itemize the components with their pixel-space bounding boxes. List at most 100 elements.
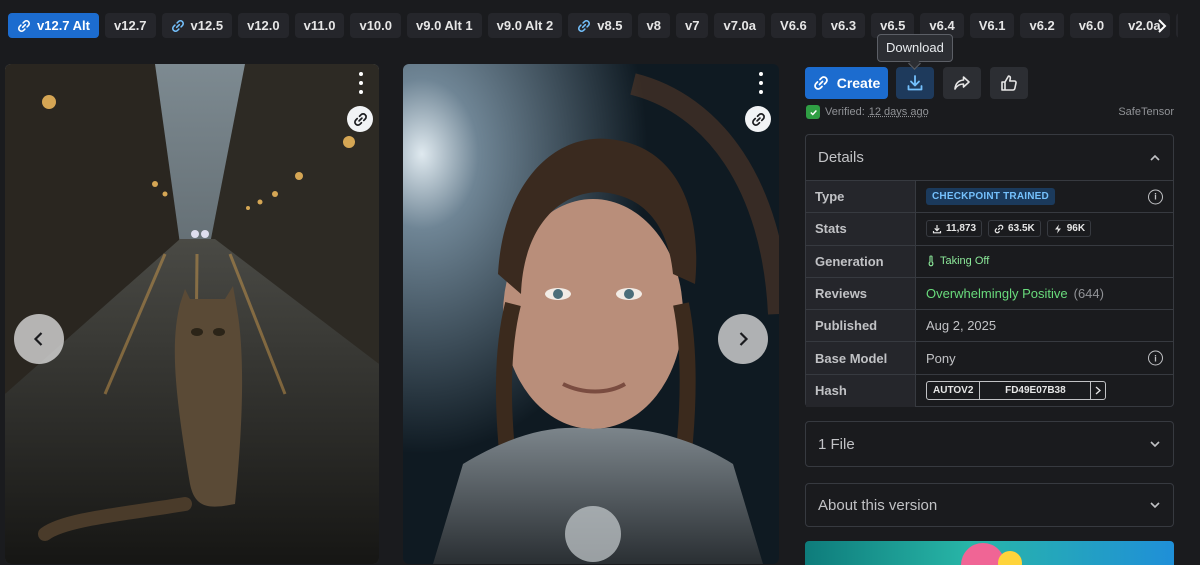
version-tab-label: v12.7 Alt <box>37 18 90 33</box>
version-tab[interactable]: V6.1 <box>969 13 1015 38</box>
version-tab[interactable]: V6.6 <box>771 13 816 38</box>
verified-label: Verified: <box>825 106 865 118</box>
details-row-type: Type CHECKPOINT TRAINED i <box>806 181 1173 214</box>
version-tab[interactable]: v11.0 <box>294 13 345 38</box>
info-icon[interactable]: i <box>1148 189 1163 205</box>
version-tab[interactable]: v9.0 Alt 2 <box>487 13 563 38</box>
reviews-label: Reviews <box>806 277 916 310</box>
version-tab-label: v6.3 <box>830 18 857 33</box>
version-tab[interactable]: v8.5 <box>568 13 632 38</box>
version-tab-label: v12.5 <box>190 18 224 33</box>
link-icon[interactable] <box>347 106 373 132</box>
version-tab[interactable]: v12.7 <box>105 13 156 38</box>
version-tab-label: v8.5 <box>597 18 623 33</box>
stats-label: Stats <box>806 213 916 245</box>
files-header[interactable]: 1 File <box>806 422 1173 466</box>
version-tab[interactable]: v12.7 Alt <box>8 13 99 38</box>
version-tab[interactable]: v8 <box>637 13 671 38</box>
card-menu-icon[interactable] <box>357 72 365 94</box>
details-row-stats: Stats 11,873 63.5K 96K <box>806 213 1173 246</box>
version-tab[interactable]: v2.0 <box>1175 13 1178 38</box>
base-model-label: Base Model <box>806 342 916 374</box>
version-tab[interactable]: v12.5 <box>161 13 233 38</box>
promo-banner-image <box>805 541 1174 565</box>
chevron-down-icon <box>1150 502 1160 509</box>
generations-count: 63.5K <box>1008 223 1035 235</box>
card-menu-icon[interactable] <box>757 72 765 94</box>
version-tab[interactable]: v6.2 <box>1020 13 1064 38</box>
details-row-reviews: Reviews Overwhelmingly Positive (644) <box>806 277 1173 311</box>
version-tab-label: v9.0 Alt 1 <box>416 18 473 33</box>
link-icon[interactable] <box>745 106 771 132</box>
carousel-prev-button[interactable] <box>14 314 64 364</box>
buzz-stat: 96K <box>1046 220 1092 238</box>
reviews-rating[interactable]: Overwhelmingly Positive <box>926 286 1068 301</box>
about-panel[interactable]: About this version <box>805 483 1174 527</box>
download-button[interactable] <box>896 67 934 99</box>
published-date: Aug 2, 2025 <box>926 318 997 334</box>
verified-date[interactable]: 12 days ago <box>869 106 929 118</box>
details-row-hash: Hash AUTOV2 FD49E07B38 <box>806 374 1173 408</box>
create-button-label: Create <box>836 75 881 91</box>
hash-value[interactable]: FD49E07B38 <box>980 382 1092 400</box>
files-title: 1 File <box>818 435 855 453</box>
generation-label: Generation <box>806 245 916 277</box>
chevron-down-icon <box>1150 441 1160 448</box>
details-panel: Details Type CHECKPOINT TRAINED i Stats … <box>805 134 1174 408</box>
details-header[interactable]: Details <box>806 135 1173 181</box>
version-tab[interactable]: v7 <box>676 13 709 38</box>
version-tab-label: v7 <box>685 18 700 33</box>
create-button[interactable]: Create <box>805 67 888 99</box>
type-label: Type <box>806 181 916 213</box>
version-tab[interactable]: v7.0a <box>714 13 766 38</box>
chevron-right-icon[interactable] <box>1091 386 1105 395</box>
details-row-published: Published Aug 2, 2025 <box>806 310 1173 343</box>
version-tab[interactable]: v10.0 <box>350 13 402 38</box>
version-tab-label: v10.0 <box>359 18 393 33</box>
gallery-image-cat[interactable] <box>5 64 379 564</box>
warrior-portrait-image <box>403 64 779 564</box>
files-panel[interactable]: 1 File <box>805 421 1174 467</box>
share-icon <box>954 76 970 90</box>
version-tab-label: v8 <box>646 18 662 33</box>
version-tab[interactable]: v6.3 <box>821 13 866 38</box>
bolt-icon <box>1054 224 1061 234</box>
downloads-stat: 11,873 <box>926 220 983 238</box>
share-button[interactable] <box>943 67 981 99</box>
version-tab[interactable]: v6.0 <box>1069 13 1114 38</box>
link-icon <box>171 19 184 32</box>
carousel-next-button[interactable] <box>718 314 768 364</box>
link-icon <box>813 76 828 90</box>
like-button[interactable] <box>990 67 1028 99</box>
hash-selector[interactable]: AUTOV2 FD49E07B38 <box>926 381 1107 401</box>
version-tab[interactable]: v9.0 Alt 1 <box>407 13 482 38</box>
chevron-up-icon <box>1150 154 1160 161</box>
details-title: Details <box>818 149 864 166</box>
chevron-right-icon[interactable] <box>1154 14 1170 38</box>
details-row-base-model: Base Model Pony i <box>806 342 1173 375</box>
link-icon <box>578 19 591 32</box>
generation-status: Taking Off <box>926 255 989 267</box>
link-icon <box>994 224 1004 234</box>
shield-check-icon <box>806 105 820 119</box>
thumbs-up-icon <box>1001 75 1017 91</box>
gallery-image-warrior[interactable] <box>403 64 779 564</box>
base-model-value: Pony <box>926 350 956 366</box>
hash-algorithm: AUTOV2 <box>927 382 981 400</box>
download-icon <box>907 75 923 91</box>
reviews-count: (644) <box>1073 286 1104 302</box>
version-tab[interactable]: v12.0 <box>238 13 289 38</box>
cat-street-image <box>5 64 379 564</box>
version-tab-label: v6.0 <box>1078 18 1105 33</box>
generation-value: Taking Off <box>940 255 990 268</box>
about-title: About this version <box>818 496 938 514</box>
link-icon <box>17 19 31 32</box>
info-icon[interactable]: i <box>1148 350 1163 366</box>
type-badge: CHECKPOINT TRAINED <box>926 188 1055 206</box>
about-header[interactable]: About this version <box>806 484 1173 526</box>
version-tab-label: V6.1 <box>978 18 1006 33</box>
promo-banner[interactable] <box>805 541 1174 565</box>
version-tab-label: v11.0 <box>303 18 336 33</box>
download-icon <box>932 224 942 234</box>
version-tab-label: v12.0 <box>247 18 280 33</box>
